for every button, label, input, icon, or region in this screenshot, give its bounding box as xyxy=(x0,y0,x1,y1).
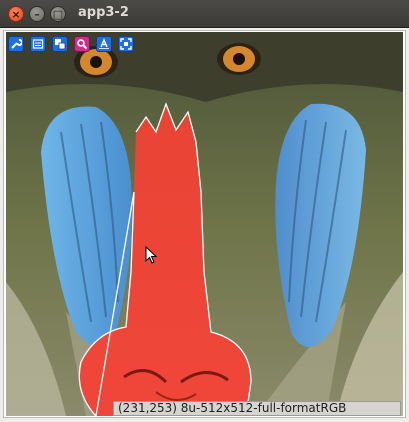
status-bar: (231,253) 8u-512x512-full-formatRGB xyxy=(113,401,401,416)
copy-button[interactable] xyxy=(52,36,68,52)
app-window: × – □ app3-2 (231,253) 8u-512x512-full-f… xyxy=(0,0,409,422)
image-toolbar xyxy=(8,36,134,52)
text-button[interactable] xyxy=(96,36,112,52)
close-button[interactable]: × xyxy=(8,6,24,22)
list-icon xyxy=(32,39,44,49)
mandrill-image xyxy=(6,32,403,416)
zoom-icon xyxy=(77,39,88,50)
list-button[interactable] xyxy=(30,36,46,52)
wrench-icon xyxy=(11,39,22,49)
maximize-icon: □ xyxy=(52,7,64,21)
text-icon xyxy=(99,38,109,49)
minimize-icon: – xyxy=(34,7,40,21)
window-title: app3-2 xyxy=(78,5,129,20)
properties-button[interactable] xyxy=(8,36,24,52)
image-canvas[interactable] xyxy=(6,32,403,416)
fit-icon xyxy=(120,38,132,50)
zoom-button[interactable] xyxy=(74,36,90,52)
minimize-button[interactable]: – xyxy=(29,6,45,22)
title-bar[interactable]: × – □ app3-2 xyxy=(0,0,409,28)
mouse-pointer-icon xyxy=(145,246,157,264)
copy-icon xyxy=(55,39,66,50)
fit-button[interactable] xyxy=(118,36,134,52)
close-icon: × xyxy=(11,7,21,21)
maximize-button[interactable]: □ xyxy=(50,6,66,22)
